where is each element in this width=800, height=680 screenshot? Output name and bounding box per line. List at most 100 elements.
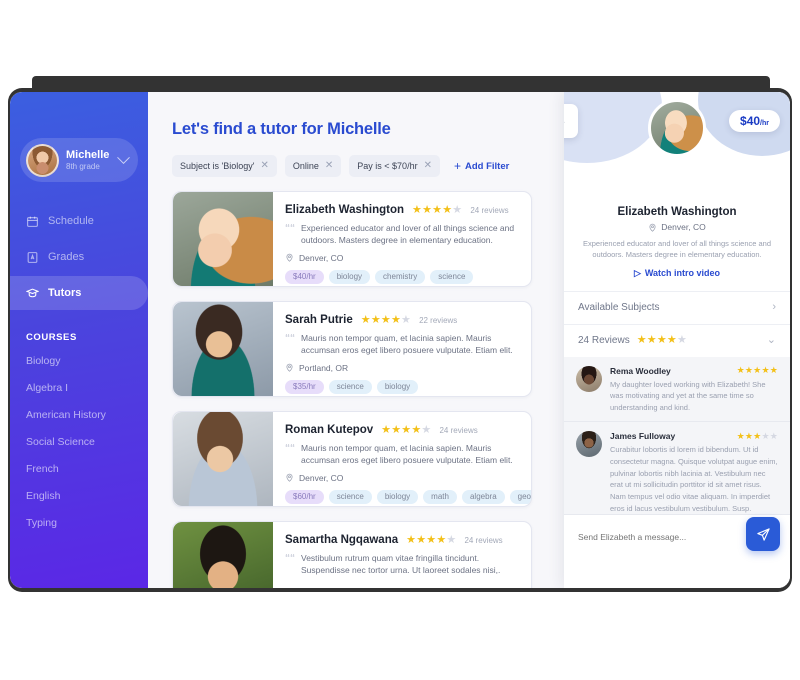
tutor-name: Elizabeth Washington [617, 206, 737, 218]
sidebar-item-schedule[interactable]: Schedule [10, 204, 148, 238]
sidebar-course-typing[interactable]: Typing [10, 509, 148, 536]
calendar-icon [26, 215, 39, 228]
tutor-header: Elizabeth Washington ★★★★★ 24 reviews [285, 204, 521, 216]
price-badge: $40/hr [729, 110, 780, 132]
paper-plane-icon [756, 527, 771, 542]
reviews-header-row[interactable]: 24 Reviews ★★★★★ ⌄ [564, 323, 790, 357]
review-body: Rema Woodley ★★★★★ My daughter loved wor… [610, 366, 778, 414]
add-filter-button[interactable]: + Add Filter [454, 159, 509, 173]
location-pin-icon [285, 253, 294, 262]
reviewer-name: James Fulloway [610, 431, 676, 442]
tutor-description-row: ““ Mauris non tempor quam, et lacinia sa… [285, 332, 521, 357]
sidebar-course-algebra-i[interactable]: Algebra I [10, 374, 148, 401]
collapse-panel-button[interactable]: » [564, 104, 578, 138]
tag-subject: math [423, 489, 457, 504]
message-input[interactable] [578, 532, 738, 542]
avatar [26, 143, 59, 177]
filter-chip-pay[interactable]: Pay is < $70/hr ✕ [349, 155, 440, 177]
tutor-photo [173, 302, 273, 396]
sidebar: Michelle 8th grade Schedule Grades Tutor… [10, 92, 148, 588]
courses-list: Biology Algebra I American History Socia… [10, 347, 148, 536]
sidebar-item-tutors[interactable]: Tutors [10, 276, 148, 310]
price-unit: /hr [760, 120, 769, 127]
filter-chip-label: Online [292, 161, 319, 171]
tutor-location-row: Denver, CO [285, 473, 521, 483]
quote-icon: ““ [285, 333, 295, 344]
reviews-list[interactable]: Rema Woodley ★★★★★ My daughter loved wor… [564, 356, 790, 514]
location-pin-icon [285, 473, 294, 482]
sidebar-course-social-science[interactable]: Social Science [10, 428, 148, 455]
avatar [576, 365, 602, 392]
tutor-info: Sarah Putrie ★★★★★ 22 reviews ““ Mauris … [273, 302, 531, 396]
location-pin-icon [648, 223, 657, 232]
tutor-location: Denver, CO [299, 472, 344, 483]
review-header: Rema Woodley ★★★★★ [610, 366, 778, 376]
tutor-description-row: ““ Vestibulum rutrum quam vitae fringill… [285, 552, 521, 577]
graduation-cap-icon [26, 287, 39, 300]
sidebar-course-american-history[interactable]: American History [10, 401, 148, 428]
review-text: Curabitur lobortis id lorem id bibendum.… [610, 445, 778, 513]
double-chevron-right-icon: » [564, 113, 565, 129]
review-count: 24 reviews [470, 205, 509, 215]
price-value: $40 [740, 114, 761, 128]
review-count: 24 reviews [464, 535, 503, 545]
rating-stars: ★★★★★ [412, 203, 463, 216]
user-grade: 8th grade [66, 161, 100, 171]
filter-chip-online[interactable]: Online ✕ [284, 155, 342, 177]
tutor-location-row: Denver, CO [285, 253, 521, 263]
tutor-card[interactable]: Sarah Putrie ★★★★★ 22 reviews ““ Mauris … [172, 301, 532, 397]
sidebar-course-french[interactable]: French [10, 455, 148, 482]
tutor-description: Vestibulum rutrum quam vitae fringilla t… [301, 553, 501, 576]
available-subjects-label: Available Subjects [578, 302, 660, 313]
profile-info: Elizabeth Washington Denver, CO Experien… [564, 204, 790, 291]
sidebar-course-biology[interactable]: Biology [10, 347, 148, 374]
user-profile-switcher[interactable]: Michelle 8th grade [20, 138, 138, 182]
tutor-photo [173, 412, 273, 506]
close-icon[interactable]: ✕ [424, 161, 432, 171]
tutor-card[interactable]: Elizabeth Washington ★★★★★ 24 reviews ““… [172, 191, 532, 287]
sidebar-course-english[interactable]: English [10, 482, 148, 509]
tutor-description-row: ““ Mauris non tempor quam, et lacinia sa… [285, 442, 521, 467]
courses-section-title: COURSES [26, 332, 77, 343]
send-message-button[interactable] [746, 517, 780, 551]
close-icon[interactable]: ✕ [325, 161, 333, 171]
rating-stars: ★★★★★ [381, 423, 432, 436]
review-header: James Fulloway ★★★★★ [610, 431, 778, 441]
tag-price: $60/hr [285, 489, 324, 504]
tutor-detail-panel: » $40/hr Elizabeth Washington Denver, CO [564, 92, 790, 588]
plus-icon: + [453, 159, 461, 173]
main-content: Let's find a tutor for Michelle Subject … [148, 92, 790, 588]
tutor-card[interactable]: Samartha Ngqawana ★★★★★ 24 reviews ““ Ve… [172, 521, 532, 588]
rating-stars: ★★★★★ [360, 313, 412, 326]
sidebar-item-grades[interactable]: Grades [10, 240, 148, 274]
tutor-card[interactable]: Roman Kutepov ★★★★★ 24 reviews ““ Mauris… [172, 411, 532, 507]
tutor-header: Samartha Ngqawana ★★★★★ 24 reviews [285, 534, 521, 546]
tag-subject: biology [376, 379, 419, 394]
user-meta: Michelle 8th grade [66, 149, 109, 171]
filter-chip-label: Pay is < $70/hr [357, 161, 418, 171]
watch-intro-video-button[interactable]: ▷ Watch intro video [578, 268, 776, 279]
tag-subject: biology [328, 269, 371, 284]
tutor-description: Mauris non tempor quam, et lacinia sapie… [301, 333, 513, 356]
watch-video-label: Watch intro video [644, 268, 721, 278]
rating-stars: ★★★★★ [406, 533, 457, 546]
avatar [576, 431, 602, 458]
tutor-info: Roman Kutepov ★★★★★ 24 reviews ““ Mauris… [273, 412, 531, 506]
available-subjects-row[interactable]: Available Subjects › [564, 290, 790, 324]
tutor-header: Sarah Putrie ★★★★★ 22 reviews [285, 314, 521, 326]
profile-hero: $40/hr [564, 92, 790, 204]
tutor-photo [173, 192, 273, 286]
tutor-description: Experienced educator and lover of all th… [301, 223, 515, 246]
tutor-avatar [648, 99, 706, 157]
tutor-location: Denver, CO [299, 252, 344, 263]
tutor-location-row: Portland, OR [285, 363, 521, 373]
tutor-name: Roman Kutepov [285, 424, 374, 436]
tag-subject: science [430, 269, 474, 284]
play-icon: ▷ [633, 267, 641, 278]
tag-subject: biology [376, 489, 419, 504]
close-icon[interactable]: ✕ [260, 161, 268, 171]
quote-icon: ““ [285, 443, 295, 454]
filter-chip-subject[interactable]: Subject is 'Biology' ✕ [172, 155, 277, 177]
tag-price: $40/hr [285, 269, 324, 284]
tag-subject: science [328, 489, 372, 504]
